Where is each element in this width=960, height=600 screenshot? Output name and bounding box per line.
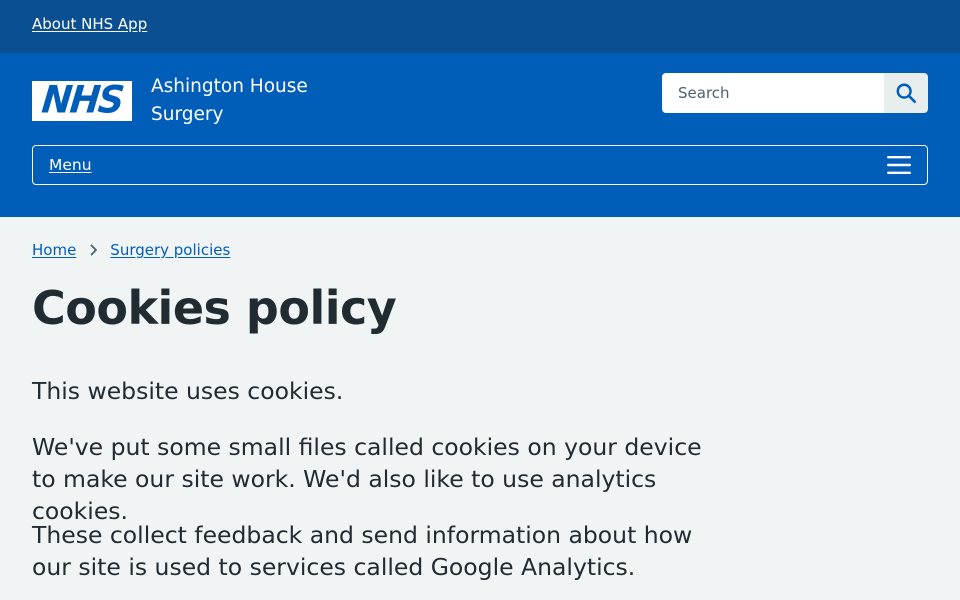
about-nhs-app-link[interactable]: About NHS App <box>32 15 147 33</box>
top-bar: About NHS App <box>0 0 960 53</box>
organisation-name-line-1: Ashington House <box>151 76 308 97</box>
paragraph-analytics: These collect feedback and send informat… <box>32 521 693 581</box>
search-input[interactable] <box>662 73 884 113</box>
hamburger-menu-icon <box>887 156 911 174</box>
search-icon <box>896 83 916 103</box>
breadcrumb-surgery-policies-link[interactable]: Surgery policies <box>110 241 230 259</box>
menu-label: Menu <box>49 156 92 174</box>
search-form <box>662 73 928 113</box>
nhs-logo-text: NHS <box>39 78 125 122</box>
organisation-name[interactable]: Ashington House Surgery <box>151 73 371 129</box>
breadcrumb-home-link[interactable]: Home <box>32 241 76 259</box>
paragraph-cookies-intro: This website uses cookies. <box>32 377 344 405</box>
nhs-logo[interactable]: NHS <box>32 78 132 122</box>
page-title: Cookies policy <box>32 281 397 335</box>
breadcrumb: Home Surgery policies <box>32 241 230 259</box>
search-button[interactable] <box>884 73 928 113</box>
menu-button[interactable]: Menu <box>32 145 928 185</box>
organisation-name-line-2: Surgery <box>151 104 224 125</box>
paragraph-cookies-explanation: We've put some small files called cookie… <box>32 433 702 525</box>
chevron-right-icon <box>90 244 98 256</box>
header: NHS Ashington House Surgery Menu <box>0 53 960 217</box>
